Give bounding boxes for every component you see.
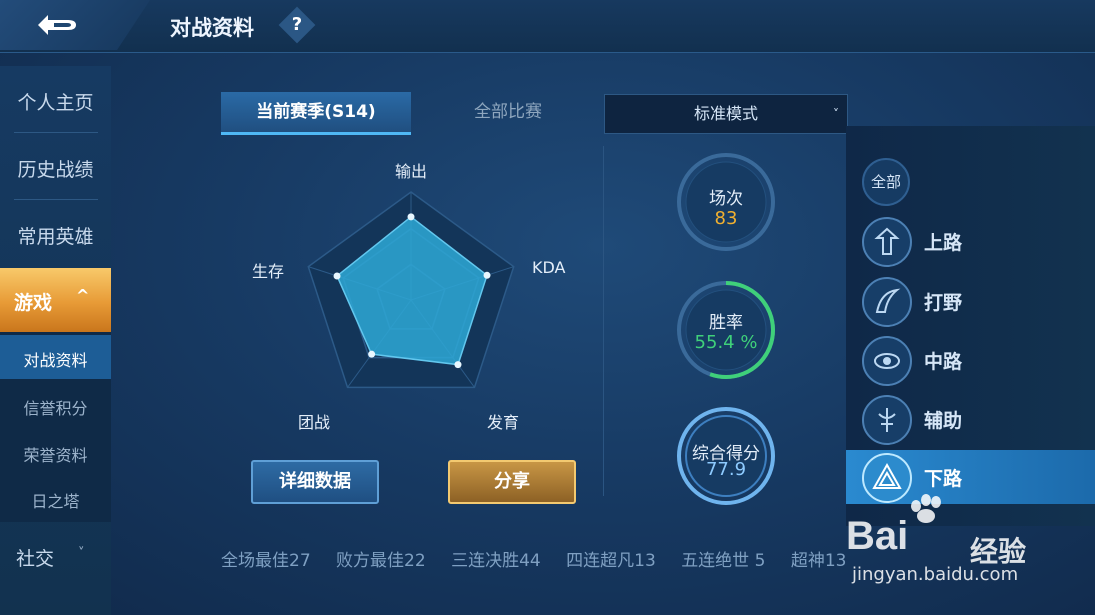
submenu-item-credit[interactable]: 信誉积分 xyxy=(0,395,111,419)
lane-item-mid[interactable]: 中路 xyxy=(846,333,1095,387)
radar-point-kda xyxy=(483,271,491,279)
jungle-icon xyxy=(862,277,912,327)
lane-label: 下路 xyxy=(924,468,963,490)
top-bar: 对战资料 ? xyxy=(0,0,1095,53)
main-panel: 当前赛季(S14) 全部比赛 标准模式 ˅ 输出 KDA 发育 团战 生存 详细… xyxy=(111,66,848,615)
submenu-item-tower[interactable]: 日之塔 xyxy=(0,488,111,512)
radar-label-team: 团战 xyxy=(298,413,331,432)
help-icon: ? xyxy=(291,14,303,35)
sidebar-item-heroes[interactable]: 常用英雄 xyxy=(0,222,111,249)
radar-label-kda: KDA xyxy=(532,258,566,277)
lane-item-support[interactable]: 辅助 xyxy=(846,392,1095,446)
mode-dropdown-value: 标准模式 xyxy=(693,104,758,123)
top-lane-icon xyxy=(862,217,912,267)
matches-label: 场次 xyxy=(709,189,743,209)
watermark-brand: Bai xyxy=(846,514,909,558)
sidebar-item-game[interactable]: 游戏 ^ xyxy=(0,268,111,332)
mode-dropdown[interactable]: 标准模式 ˅ xyxy=(604,94,848,134)
tab-current-season[interactable]: 当前赛季(S14) xyxy=(221,92,411,135)
winrate-label: 胜率 xyxy=(709,313,743,333)
radar-point-output xyxy=(407,213,415,221)
chevron-down-icon: ˅ xyxy=(833,107,839,121)
lane-filter: 全部 上路 打野 中路 辅助 下路 xyxy=(846,126,1095,526)
score-value: 77.9 xyxy=(705,459,747,480)
stat-legendary: 超神13 xyxy=(790,551,847,571)
help-button[interactable]: ? xyxy=(278,6,316,44)
share-button[interactable]: 分享 xyxy=(448,460,576,504)
stat-triple-kill: 三连决胜44 xyxy=(451,551,541,571)
watermark-url: jingyan.baidu.com xyxy=(852,564,1019,585)
radar-svg xyxy=(307,191,515,389)
lane-label: 上路 xyxy=(924,232,963,254)
radar-label-growth: 发育 xyxy=(487,413,520,432)
radar-label-output: 输出 xyxy=(395,162,428,181)
tab-all-matches[interactable]: 全部比赛 xyxy=(413,92,603,132)
sidebar: 个人主页 历史战绩 常用英雄 游戏 ^ 对战资料 信誉积分 荣誉资料 日之塔 社… xyxy=(0,66,111,615)
sidebar-item-history[interactable]: 历史战绩 xyxy=(0,155,111,182)
chevron-up-icon: ^ xyxy=(76,286,90,305)
support-icon xyxy=(862,395,912,445)
achievement-stats: 全场最佳27 败方最佳22 三连决胜44 四连超凡13 五连绝世 5 超神13 xyxy=(221,546,861,571)
sidebar-item-social[interactable]: 社交 xyxy=(16,544,76,571)
radar-point-team xyxy=(368,350,376,358)
radar-point-growth xyxy=(454,361,462,369)
stat-winrate: 胜率 55.4 % xyxy=(676,280,776,380)
sidebar-item-profile[interactable]: 个人主页 xyxy=(0,88,111,115)
sidebar-item-label: 游戏 xyxy=(14,292,53,314)
lane-label: 打野 xyxy=(924,292,963,314)
lane-label: 中路 xyxy=(924,351,963,373)
mid-lane-icon xyxy=(862,336,912,386)
stat-penta-kill: 五连绝世 5 xyxy=(681,551,766,571)
chevron-down-icon: ˅ xyxy=(78,546,85,561)
divider xyxy=(603,146,604,496)
divider xyxy=(14,199,98,200)
winrate-value: 55.4 % xyxy=(694,332,758,353)
back-button[interactable] xyxy=(0,0,150,50)
page-title: 对战资料 xyxy=(170,16,254,40)
lane-item-top[interactable]: 上路 xyxy=(846,214,1095,268)
radar-chart: 输出 KDA 发育 团战 生存 xyxy=(219,152,609,442)
radar-label-survive: 生存 xyxy=(252,262,285,281)
stat-losing-mvp: 败方最佳22 xyxy=(336,551,426,571)
back-arrow-icon xyxy=(38,15,76,35)
matches-value: 83 xyxy=(714,208,738,229)
stat-quadra-kill: 四连超凡13 xyxy=(566,551,656,571)
lane-label: 辅助 xyxy=(924,410,963,432)
paw-icon xyxy=(911,494,941,523)
submenu-item-battle-data[interactable]: 对战资料 xyxy=(0,347,111,371)
baidu-watermark: Bai 经验 jingyan.baidu.com xyxy=(846,492,1091,612)
stat-mvp: 全场最佳27 xyxy=(221,551,311,571)
lane-all-button[interactable]: 全部 xyxy=(862,158,910,206)
radar-point-survive xyxy=(333,272,341,280)
submenu-item-honor[interactable]: 荣誉资料 xyxy=(0,442,111,466)
detail-data-button[interactable]: 详细数据 xyxy=(251,460,379,504)
lane-item-jungle[interactable]: 打野 xyxy=(846,274,1095,328)
stat-matches: 场次 83 xyxy=(676,152,776,252)
stat-score: 综合得分 77.9 xyxy=(676,406,776,506)
divider xyxy=(14,132,98,133)
